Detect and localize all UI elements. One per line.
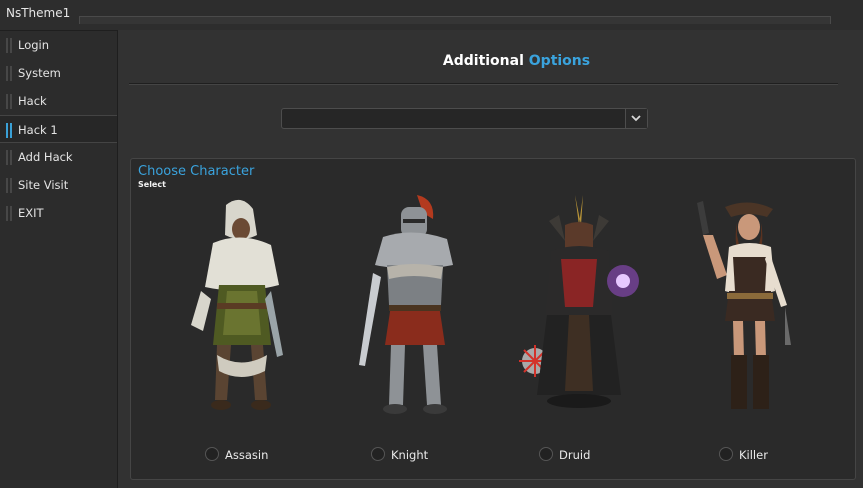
grip-icon	[6, 38, 13, 53]
sidebar-item-hack[interactable]: Hack	[0, 87, 117, 115]
grip-icon	[6, 178, 13, 193]
sidebar-item-label: Hack	[18, 94, 47, 108]
sidebar-item-label: Add Hack	[18, 150, 73, 164]
assassin-figure	[191, 199, 283, 410]
grip-icon	[6, 150, 13, 165]
title-bar[interactable]: NsTheme1	[0, 0, 863, 30]
radio-button[interactable]	[205, 447, 219, 461]
knight-figure	[359, 195, 453, 414]
grip-icon	[6, 206, 13, 221]
options-dropdown[interactable]	[281, 108, 648, 129]
grip-icon	[6, 66, 13, 81]
app-window: NsTheme1 Login System Hack Hack 1 Add Ha…	[0, 0, 863, 488]
sidebar-item-label: EXIT	[18, 206, 44, 220]
sidebar-item-site-visit[interactable]: Site Visit	[0, 171, 117, 199]
dropdown-toggle[interactable]	[625, 109, 647, 128]
sidebar-item-label: Login	[18, 38, 50, 52]
page-title: Additional Options	[118, 53, 863, 69]
sidebar-item-label: Hack 1	[18, 123, 58, 137]
chevron-down-icon	[631, 115, 641, 122]
druid-figure	[519, 195, 639, 408]
main-content: Additional Options Choose Character Sele…	[118, 30, 863, 488]
panel-subtitle: Select	[138, 180, 166, 189]
title-bar-groove	[79, 16, 831, 24]
killer-portrait[interactable]	[677, 195, 817, 435]
choose-character-panel: Choose Character Select Assasin Knight D…	[130, 158, 856, 480]
sidebar-item-login[interactable]: Login	[0, 31, 117, 59]
heading-divider	[129, 83, 838, 85]
panel-title: Choose Character	[138, 164, 255, 179]
radio-button[interactable]	[719, 447, 733, 461]
assassin-portrait[interactable]	[171, 195, 311, 435]
radio-button[interactable]	[371, 447, 385, 461]
radio-label: Knight	[391, 448, 429, 462]
killer-figure	[697, 201, 791, 409]
sidebar: Login System Hack Hack 1 Add Hack Site V…	[0, 30, 118, 488]
sidebar-item-hack-1[interactable]: Hack 1	[0, 115, 117, 143]
sidebar-item-label: System	[18, 66, 61, 80]
sidebar-item-system[interactable]: System	[0, 59, 117, 87]
radio-button[interactable]	[539, 447, 553, 461]
sidebar-item-label: Site Visit	[18, 178, 69, 192]
druid-portrait[interactable]	[509, 195, 649, 435]
grip-icon	[6, 94, 13, 109]
radio-label: Assasin	[225, 448, 269, 462]
sidebar-item-add-hack[interactable]: Add Hack	[0, 143, 117, 171]
radio-label: Killer	[739, 448, 768, 462]
page-title-part1: Additional	[442, 53, 524, 69]
window-title: NsTheme1	[6, 6, 71, 20]
grip-icon	[6, 123, 13, 138]
radio-label: Druid	[559, 448, 591, 462]
page-title-part2: Options	[528, 53, 591, 69]
sidebar-item-exit[interactable]: EXIT	[0, 199, 117, 227]
knight-portrait[interactable]	[343, 195, 483, 435]
